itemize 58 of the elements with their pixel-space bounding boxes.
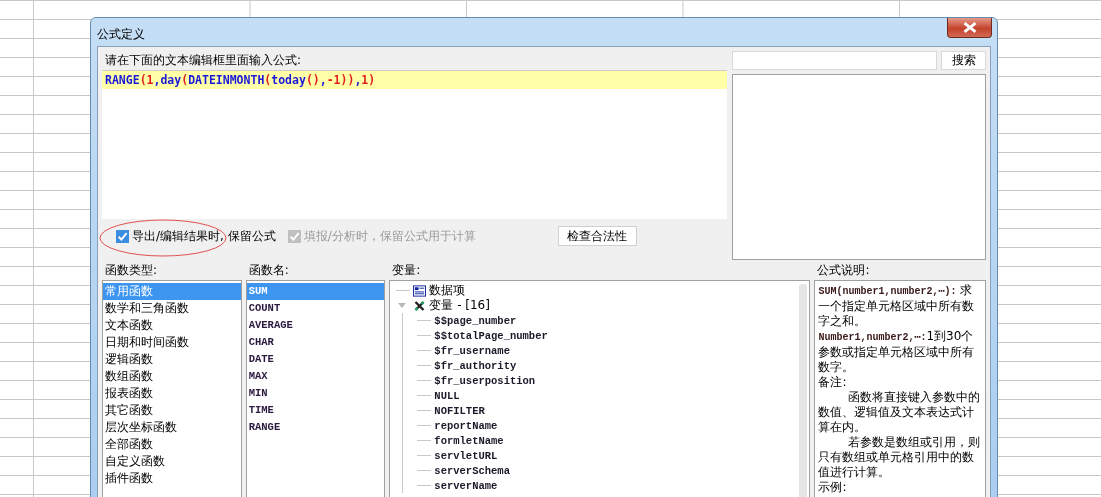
tree-item[interactable]: $$page_number [434,314,517,327]
list-item[interactable]: 层次坐标函数 [103,419,241,436]
tree-item[interactable]: NOFILTER [434,404,485,417]
editor-label: 请在下面的文本编辑框里面输入公式: [104,52,303,69]
tree-item[interactable]: NULL [434,389,460,402]
list-item[interactable]: AVERAGE [246,317,385,334]
list-label: 函数类型: [104,262,159,279]
list-item[interactable]: 逻辑函数 [103,351,241,368]
checkbox[interactable] [116,229,129,243]
tree-item[interactable]: formletName [434,434,504,447]
description-text: 若参数是数组或引用，则只有数组或单元格引用中的数值进行计算。 [818,435,982,480]
list-item[interactable]: 插件函数 [103,470,241,487]
list-item[interactable]: 报表函数 [103,385,241,402]
checkbox-label: 导出/编辑结果时, 保留公式 [132,227,276,245]
description-text: 备注: [818,375,848,390]
list-item[interactable]: 日期和时间函数 [103,334,241,351]
list-item[interactable]: 全部函数 [103,436,241,453]
description-text: Number1,number2,⋯:1到30个参数或指定单元格区域中所有数字。 [818,329,976,375]
search-button[interactable]: 搜索 [941,51,986,70]
list-item[interactable]: TIME [246,402,385,419]
list-item[interactable]: DATE [246,351,385,368]
list-item[interactable]: 数学和三角函数 [103,300,241,317]
tree-item[interactable]: servletURL [434,449,498,462]
list-item[interactable]: MIN [246,385,385,402]
scrollbar[interactable] [799,284,808,497]
list-label: 公式说明: [816,262,871,279]
tree-item[interactable]: $$totalPage_number [434,329,548,342]
close-icon [962,22,977,33]
tree-item[interactable]: 数据项 [429,282,466,299]
check-validity-button[interactable]: 检查合法性 [557,226,637,246]
list-label: 函数名: [247,262,290,279]
list-label: 变量: [391,262,422,279]
list-item[interactable]: 数组函数 [103,368,241,385]
list-item[interactable]: 其它函数 [103,402,241,419]
tree-item[interactable]: 变量 - [16] [429,297,490,314]
list-item[interactable]: CHAR [246,334,385,351]
list-item[interactable]: RANGE [246,419,385,436]
formula-editor[interactable]: RANGE(1,day(DATEINMONTH(today(),-1)),1) [102,70,727,219]
checkbox-label: 填报/分析时，保留公式用于计算 [303,227,476,245]
tree-item[interactable]: $fr_username [434,344,510,357]
close-button[interactable] [947,18,992,38]
description-text: 示例: [818,480,848,495]
window-title: 公式定义 [97,26,145,43]
list-item[interactable]: COUNT [246,300,385,317]
tree-item[interactable]: serverName [434,479,498,492]
variable-group-icon [413,299,427,312]
tree-item[interactable]: reportName [434,419,498,432]
tree-item[interactable]: serverSchema [434,464,510,477]
list-item[interactable]: 文本函数 [103,317,241,334]
search-field[interactable] [732,51,937,70]
formula-text: RANGE(1,day(DATEINMONTH(today(),-1)),1) [102,71,727,89]
tree-item[interactable]: $fr_userposition [434,374,536,387]
tree-item[interactable]: $fr_authority [434,359,517,372]
list-item[interactable]: MAX [246,368,385,385]
description-text: SUM(number1,number2,⋯): 求一个指定单元格区域中所有数字之和。 [818,283,976,329]
list-item[interactable]: 自定义函数 [103,453,241,470]
description-text: 函数将直接键入参数中的数值、逻辑值及文本表达式计算在内。 [818,390,982,435]
form-icon [413,284,427,297]
